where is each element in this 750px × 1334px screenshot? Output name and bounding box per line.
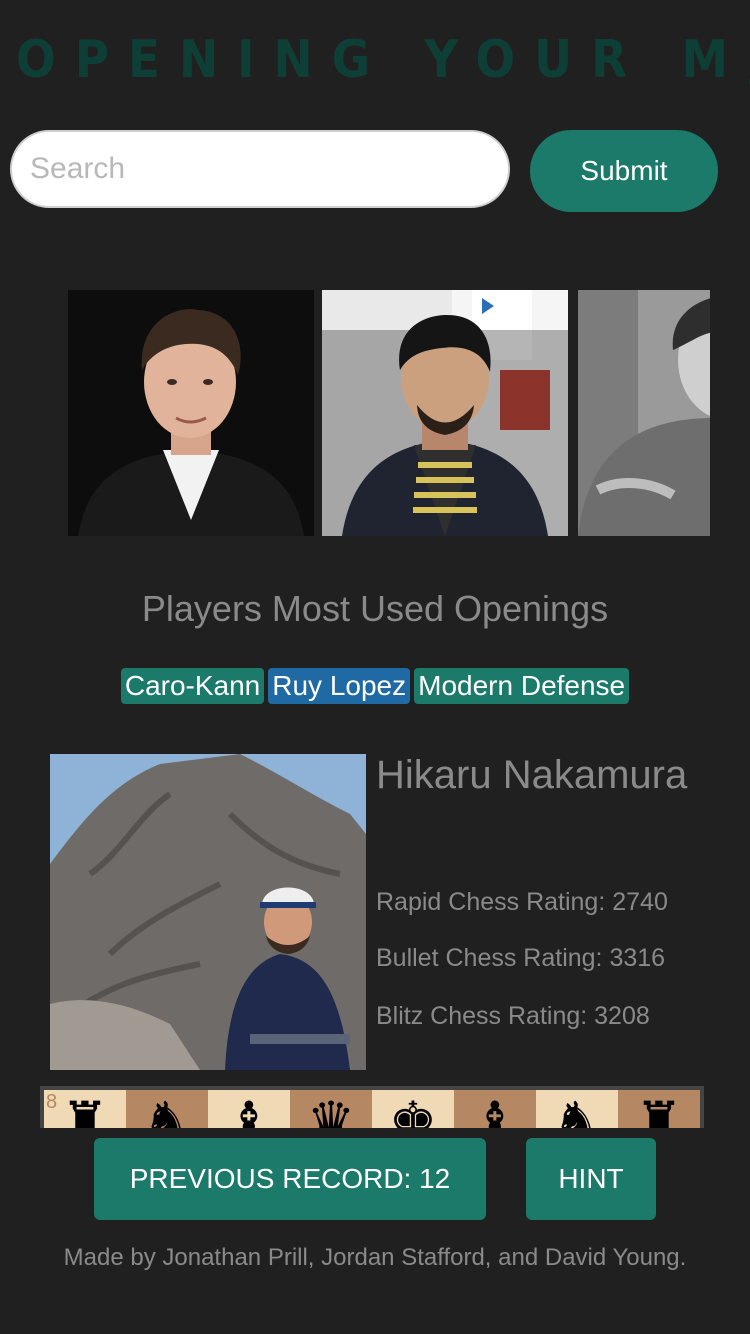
board-square-6[interactable]: ♝ xyxy=(454,1090,536,1128)
bullet-rating: Bullet Chess Rating: 3316 xyxy=(376,944,666,972)
board-square-1[interactable]: 8 ♜ xyxy=(44,1090,126,1128)
board-square-8[interactable]: ♜ xyxy=(618,1090,700,1128)
site-title: OPENING YOUR M ND xyxy=(16,30,750,90)
board-square-4[interactable]: ♛ xyxy=(290,1090,372,1128)
hint-button[interactable]: HINT xyxy=(526,1138,656,1220)
board-square-5[interactable]: ♚ xyxy=(372,1090,454,1128)
openings-heading: Players Most Used Openings xyxy=(141,588,609,629)
chess-board[interactable]: 8 ♜ ♞ ♝ ♛ ♚ ♝ ♞ ♜ xyxy=(40,1086,704,1128)
player-photo-1[interactable] xyxy=(68,290,314,536)
opening-tags: Caro-Kann Ruy Lopez Modern Defense xyxy=(0,668,750,704)
rapid-rating: Rapid Chess Rating: 2740 xyxy=(376,888,668,916)
search-input[interactable] xyxy=(10,130,510,208)
black-knight-icon[interactable]: ♞ xyxy=(126,1092,208,1129)
opening-tag-ruy-lopez[interactable]: Ruy Lopez xyxy=(268,668,411,704)
board-square-2[interactable]: ♞ xyxy=(126,1090,208,1128)
player-portrait xyxy=(50,754,366,1070)
submit-button[interactable]: Submit xyxy=(530,130,718,212)
black-king-icon[interactable]: ♚ xyxy=(372,1092,454,1129)
black-queen-icon[interactable]: ♛ xyxy=(290,1092,372,1129)
blitz-rating: Blitz Chess Rating: 3208 xyxy=(376,1002,650,1030)
opening-tag-modern-defense[interactable]: Modern Defense xyxy=(414,668,630,704)
black-bishop-icon[interactable]: ♝ xyxy=(208,1092,290,1129)
page: OPENING YOUR M ND Submit xyxy=(0,0,750,1334)
opening-tag-caro-kann[interactable]: Caro-Kann xyxy=(120,668,265,704)
player-photo-2[interactable] xyxy=(322,290,568,536)
player-photo-3[interactable] xyxy=(578,290,710,536)
player-carousel[interactable] xyxy=(68,290,710,536)
player-name: Hikaru Nakamura xyxy=(376,753,688,797)
board-square-3[interactable]: ♝ xyxy=(208,1090,290,1128)
previous-record-button[interactable]: PREVIOUS RECORD: 12 xyxy=(94,1138,486,1220)
black-knight-icon[interactable]: ♞ xyxy=(536,1092,618,1129)
black-rook-icon[interactable]: ♜ xyxy=(618,1092,700,1129)
black-bishop-icon[interactable]: ♝ xyxy=(454,1092,536,1129)
footer-credits: Made by Jonathan Prill, Jordan Stafford,… xyxy=(63,1244,687,1271)
black-rook-icon[interactable]: ♜ xyxy=(44,1092,126,1129)
board-square-7[interactable]: ♞ xyxy=(536,1090,618,1128)
site-title-part1: OPENING YOUR M xyxy=(16,30,748,90)
